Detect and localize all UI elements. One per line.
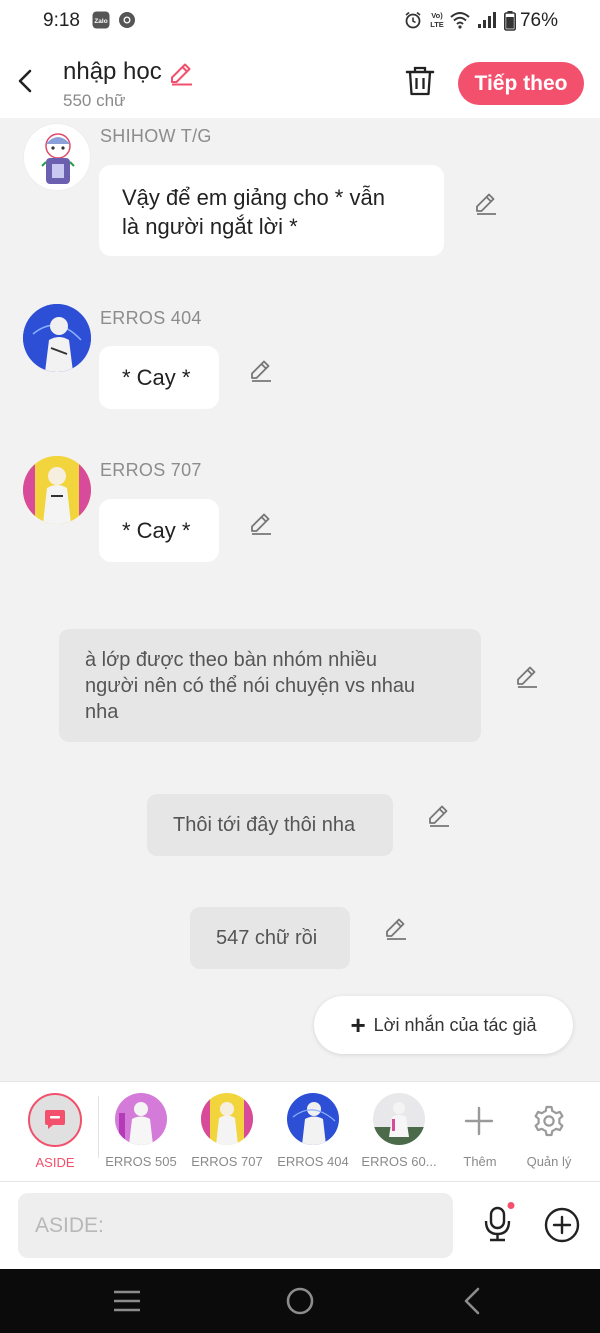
edit-message-button[interactable] [248,357,274,383]
character-label: Quản lý [526,1154,572,1169]
narration-bubble[interactable]: 547 chữ rồi [190,907,350,969]
message-text-line: Vậy để em giảng cho * vẫn [122,185,385,210]
manage-characters-button[interactable]: Quản lý [506,1092,592,1178]
sender-name: ERROS 707 [100,460,202,480]
delete-button[interactable] [404,64,436,98]
add-circle-icon [544,1207,580,1243]
svg-text:Zalo: Zalo [94,18,107,25]
back-nav-icon[interactable] [460,1286,484,1316]
back-arrow-icon [18,69,32,93]
avatar-erros-404[interactable] [23,304,91,372]
edit-narration-button[interactable] [514,663,540,689]
trash-icon [405,66,435,96]
character-selector: ASIDE ERROS 505 ERROS 707 ERROS 404 ERRO… [0,1081,600,1181]
battery-icon [504,11,516,36]
alarm-icon [404,11,422,34]
status-time: 9:18 [43,10,80,31]
character-label: ERROS 505 [105,1154,177,1169]
chapter-title: nhập học [63,58,162,85]
character-erros-60[interactable]: ERROS 60... [356,1092,442,1178]
pencil-icon [517,666,537,688]
message-bubble[interactable]: * Cay * [99,499,219,562]
author-note-button[interactable]: + Lời nhắn của tác giả [314,996,573,1054]
pencil-icon [476,193,496,215]
volte-icon: Vo) LTE [428,10,446,35]
author-note-label: Lời nhắn của tác giả [373,1014,537,1035]
message-bubble[interactable]: Vậy để em giảng cho * vẫn là người ngắt … [99,165,444,256]
narration-text-line: người nên có thể nói chuyện vs nhau [85,675,416,697]
top-bar: nhập học 550 chữ Tiếp theo [0,44,600,118]
back-button[interactable] [10,64,40,98]
pencil-icon [429,805,449,827]
message-text-line: là người ngắt lời * [122,214,298,239]
character-label: ERROS 404 [277,1154,349,1169]
edit-narration-button[interactable] [426,802,452,828]
character-label: ERROS 707 [191,1154,263,1169]
avatar [115,1093,167,1145]
sender-name: ERROS 404 [100,308,202,328]
edit-message-button[interactable] [473,190,499,216]
sender-name: SHIHOW T/G [100,126,212,146]
message-input[interactable] [18,1193,453,1258]
character-erros-404[interactable]: ERROS 404 [270,1092,356,1178]
character-erros-707[interactable]: ERROS 707 [184,1092,270,1178]
pencil-icon [171,63,192,86]
chrome-icon [118,11,136,34]
narration-bubble[interactable]: Thôi tới đây thôi nha [147,794,393,856]
status-bar: 9:18 Zalo Vo) LTE 76% [0,0,600,44]
zalo-icon: Zalo [92,11,110,34]
narration-bubble[interactable]: à lớp được theo bàn nhóm nhiều người nên… [59,629,481,742]
character-label: ERROS 60... [361,1154,437,1169]
recent-apps-icon[interactable] [112,1288,142,1314]
chat-area[interactable]: SHIHOW T/G Vậy để em giảng cho * vẫn là … [0,118,600,1081]
svg-text:LTE: LTE [430,20,444,29]
message-bubble[interactable]: * Cay * [99,346,219,409]
avatar [201,1093,253,1145]
microphone-icon [484,1202,515,1242]
character-erros-505[interactable]: ERROS 505 [98,1092,184,1178]
input-bar [0,1181,600,1269]
avatar-shihow[interactable] [23,123,91,191]
voice-input-button[interactable] [480,1202,516,1246]
system-nav-bar [0,1269,600,1333]
pencil-icon [251,513,271,535]
word-count: 550 chữ [63,91,126,110]
pencil-icon [251,360,271,382]
avatar-erros-707[interactable] [23,456,91,524]
plus-icon: + [350,1009,366,1040]
edit-title-button[interactable] [168,60,194,86]
avatar [373,1093,425,1145]
pencil-icon [386,918,406,940]
plus-icon [464,1106,494,1136]
svg-text:Vo): Vo) [431,11,443,20]
avatar [287,1093,339,1145]
character-label: ASIDE [35,1155,75,1170]
battery-percent: 76% [519,10,558,31]
aside-chat-icon [45,1110,65,1129]
wifi-icon [450,11,470,34]
edit-narration-button[interactable] [383,915,409,941]
gear-icon [534,1105,564,1137]
edit-message-button[interactable] [248,510,274,536]
signal-icon [477,11,497,34]
next-button[interactable]: Tiếp theo [458,62,584,105]
home-icon[interactable] [285,1286,315,1316]
attach-button[interactable] [543,1206,581,1244]
narration-text-line: nha [85,701,119,723]
narration-text-line: à lớp được theo bàn nhóm nhiều [85,649,378,671]
character-aside[interactable] [28,1093,82,1147]
